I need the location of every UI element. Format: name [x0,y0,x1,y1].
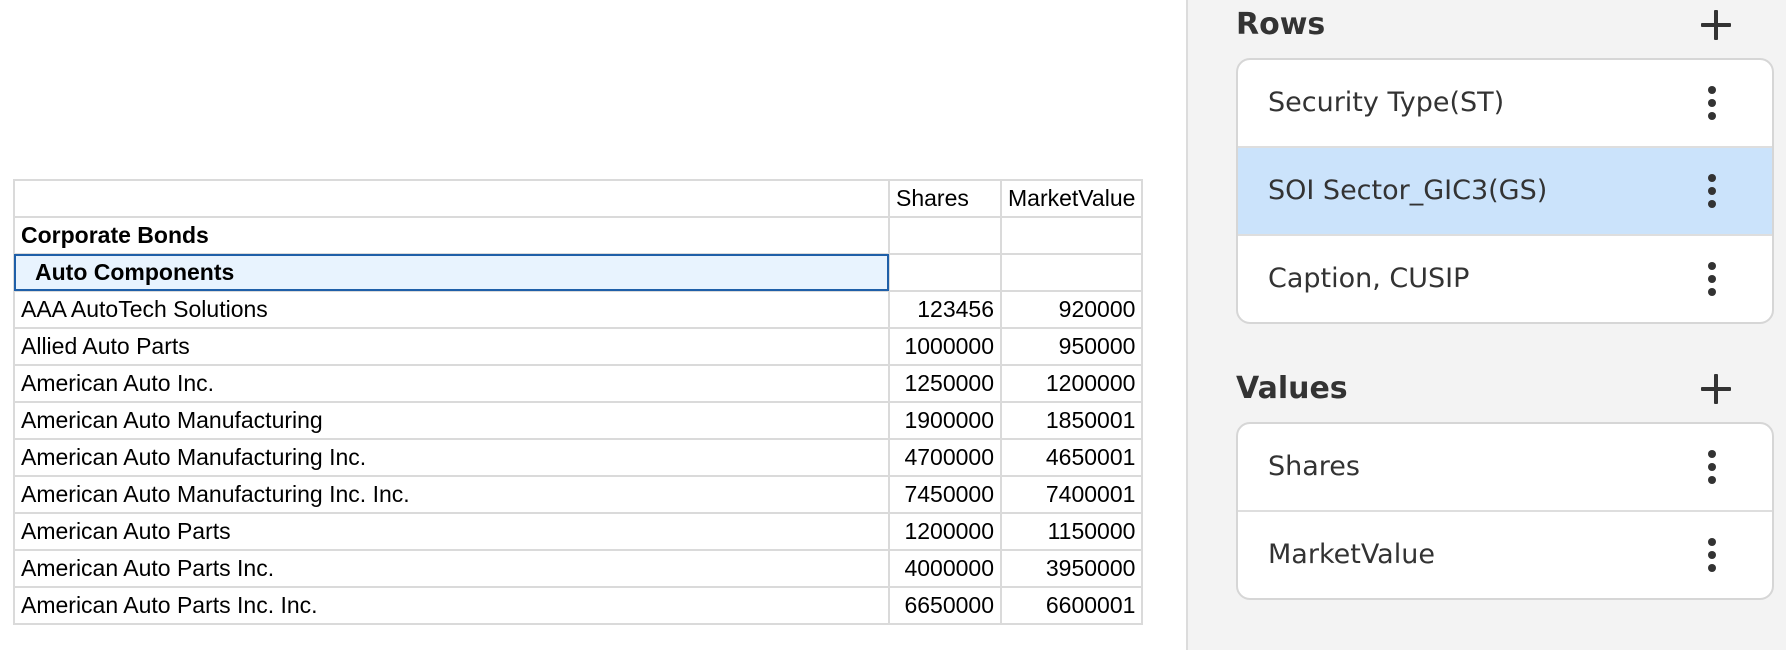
row-shares-cell[interactable]: 4000000 [888,549,1002,588]
row-shares-cell[interactable]: 1900000 [888,401,1002,440]
group-marketvalue-cell[interactable] [999,216,1144,255]
row-marketvalue-cell[interactable]: 4650001 [999,438,1144,477]
group-shares-cell[interactable] [888,216,1002,255]
row-shares-cell[interactable]: 1250000 [888,364,1002,403]
field-list-panel: Rows Security Type(ST) SOI Sector_GIC3(G… [1188,0,1786,650]
values-section-title: Values [1236,371,1348,406]
header-row: Shares MarketValue [13,179,1144,218]
row-field-security-type[interactable]: Security Type(ST) [1238,60,1772,148]
rows-section-header: Rows [1236,0,1736,50]
row-name-cell[interactable]: American Auto Manufacturing Inc. [13,438,890,477]
table-row[interactable]: Allied Auto Parts 1000000 950000 [13,327,1144,366]
table-row[interactable]: American Auto Manufacturing Inc. 4700000 4… [13,438,1144,477]
table-row[interactable]: American Auto Parts Inc. Inc. 6650000 6600… [13,586,1144,625]
row-marketvalue-cell[interactable]: 920000 [999,290,1144,329]
row-name-cell[interactable]: American Auto Parts Inc. [13,549,890,588]
value-field-marketvalue[interactable]: MarketValue [1238,512,1772,598]
field-label: Shares [1268,451,1360,482]
row-marketvalue-cell[interactable]: 1200000 [999,364,1144,403]
field-label: MarketValue [1268,539,1435,570]
rows-section-title: Rows [1236,7,1326,42]
column-header-marketvalue[interactable]: MarketValue [999,179,1144,218]
row-shares-cell[interactable]: 7450000 [888,475,1002,514]
corner-header-cell [13,179,890,218]
subgroup-marketvalue-cell[interactable] [999,253,1144,292]
row-name-cell[interactable]: American Auto Parts Inc. Inc. [13,586,890,625]
table-row[interactable]: American Auto Inc. 1250000 1200000 [13,364,1144,403]
subgroup-row[interactable]: Auto Components [13,253,1144,292]
column-header-shares[interactable]: Shares [888,179,1002,218]
more-options-icon[interactable] [1704,536,1720,574]
pivot-grid-area: Shares MarketValue Corporate Bonds Auto … [0,0,1185,650]
row-field-soi-sector[interactable]: SOI Sector_GIC3(GS) [1238,148,1772,236]
row-name-cell[interactable]: American Auto Parts [13,512,890,551]
row-name-cell[interactable]: American Auto Manufacturing Inc. Inc. [13,475,890,514]
more-options-icon[interactable] [1704,448,1720,486]
row-name-cell[interactable]: American Auto Inc. [13,364,890,403]
table-row[interactable]: American Auto Manufacturing Inc. Inc. 745… [13,475,1144,514]
row-marketvalue-cell[interactable]: 1850001 [999,401,1144,440]
field-label: Security Type(ST) [1268,87,1505,118]
row-name-cell[interactable]: American Auto Manufacturing [13,401,890,440]
row-marketvalue-cell[interactable]: 7400001 [999,475,1144,514]
row-shares-cell[interactable]: 1200000 [888,512,1002,551]
value-field-shares[interactable]: Shares [1238,424,1772,512]
row-shares-cell[interactable]: 4700000 [888,438,1002,477]
row-name-cell[interactable]: Allied Auto Parts [13,327,890,366]
row-shares-cell[interactable]: 1000000 [888,327,1002,366]
subgroup-label[interactable]: Auto Components [13,253,890,292]
group-label[interactable]: Corporate Bonds [13,216,890,255]
row-marketvalue-cell[interactable]: 3950000 [999,549,1144,588]
row-marketvalue-cell[interactable]: 950000 [999,327,1144,366]
values-section-header: Values [1236,364,1736,414]
group-row[interactable]: Corporate Bonds [13,216,1144,255]
table-row[interactable]: American Auto Parts Inc. 4000000 3950000 [13,549,1144,588]
row-name-cell[interactable]: AAA AutoTech Solutions [13,290,890,329]
row-marketvalue-cell[interactable]: 6600001 [999,586,1144,625]
more-options-icon[interactable] [1704,172,1720,210]
more-options-icon[interactable] [1704,260,1720,298]
row-shares-cell[interactable]: 123456 [888,290,1002,329]
field-label: Caption, CUSIP [1268,263,1470,294]
field-label: SOI Sector_GIC3(GS) [1268,175,1548,206]
row-marketvalue-cell[interactable]: 1150000 [999,512,1144,551]
table-row[interactable]: American Auto Manufacturing 1900000 185000… [13,401,1144,440]
row-shares-cell[interactable]: 6650000 [888,586,1002,625]
rows-field-card: Security Type(ST) SOI Sector_GIC3(GS) Ca… [1236,58,1774,324]
table-row[interactable]: American Auto Parts 1200000 1150000 [13,512,1144,551]
row-field-caption-cusip[interactable]: Caption, CUSIP [1238,236,1772,322]
more-options-icon[interactable] [1704,84,1720,122]
add-value-field-button[interactable] [1696,369,1736,409]
table-row[interactable]: AAA AutoTech Solutions 123456 920000 [13,290,1144,329]
subgroup-shares-cell[interactable] [888,253,1002,292]
add-row-field-button[interactable] [1696,5,1736,45]
values-field-card: Shares MarketValue [1236,422,1774,600]
pivot-table: Shares MarketValue Corporate Bonds Auto … [13,179,1144,625]
